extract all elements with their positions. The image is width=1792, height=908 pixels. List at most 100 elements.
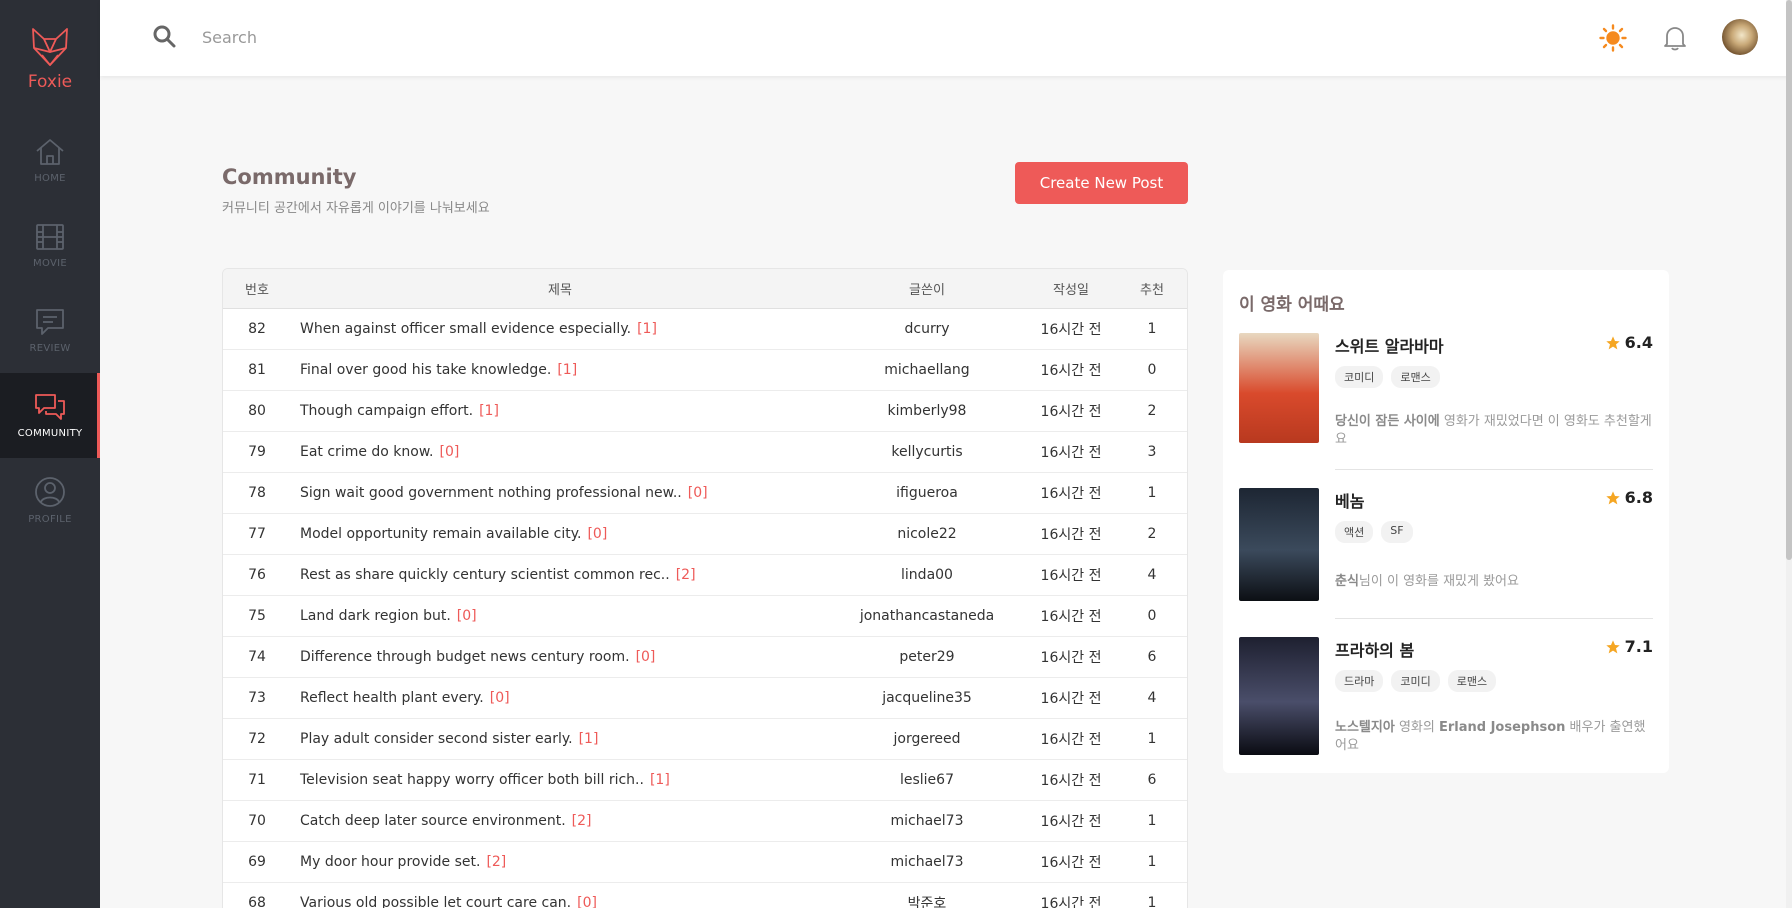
table-row[interactable]: 69 My door hour provide set. [2] michael73 1… — [223, 842, 1187, 883]
nav-movie[interactable]: MOVIE — [0, 203, 100, 288]
post-title-cell[interactable]: My door hour provide set. [2] — [291, 854, 829, 870]
post-title[interactable]: Television seat happy worry officer both… — [300, 772, 644, 788]
post-title-cell[interactable]: Television seat happy worry officer both… — [291, 772, 829, 788]
recommend-card: 이 영화 어때요 스위트 알라바마 6.4 코미디 로맨스 당신이 잠든 사이에 … — [1223, 270, 1669, 773]
sun-icon[interactable] — [1599, 24, 1627, 52]
post-author: leslie67 — [899, 772, 954, 788]
table-row[interactable]: 68 Various old possible let court care ca… — [223, 883, 1187, 908]
nav-profile[interactable]: PROFILE — [0, 458, 100, 543]
movie-title[interactable]: 프라하의 봄 — [1335, 637, 1414, 661]
movie-title[interactable]: 베놈 — [1335, 488, 1364, 512]
post-title-cell[interactable]: Though campaign effort. [1] — [291, 403, 829, 419]
post-title[interactable]: Final over good his take knowledge. — [300, 362, 551, 378]
nav-community[interactable]: COMMUNITY — [0, 373, 100, 458]
post-number: 72 — [248, 731, 266, 747]
table-row[interactable]: 74 Difference through budget news century… — [223, 637, 1187, 678]
user-avatar[interactable] — [1722, 19, 1758, 55]
table-row[interactable]: 81 Final over good his take knowledge. [1]… — [223, 350, 1187, 391]
create-post-button[interactable]: Create New Post — [1015, 162, 1188, 204]
rating-value: 7.1 — [1624, 637, 1653, 656]
movie-description: 춘식님이 이 영화를 재밌게 봤어요 — [1335, 573, 1653, 591]
post-number: 71 — [248, 772, 266, 788]
star-icon — [1605, 335, 1620, 349]
genre-tag[interactable]: 액션 — [1335, 521, 1374, 543]
post-date: 16시간 전 — [1040, 445, 1102, 461]
post-title[interactable]: When against officer small evidence espe… — [300, 321, 631, 337]
post-date: 16시간 전 — [1040, 486, 1102, 502]
post-author: linda00 — [901, 567, 953, 583]
col-number: 번호 — [245, 283, 269, 298]
post-title-cell[interactable]: Difference through budget news century r… — [291, 649, 829, 665]
post-title-cell[interactable]: Model opportunity remain available city.… — [291, 526, 829, 542]
post-title-cell[interactable]: Eat crime do know. [0] — [291, 444, 829, 460]
brand-logo[interactable]: Foxie — [0, 0, 100, 118]
post-title[interactable]: Reflect health plant every. — [300, 690, 484, 706]
movie-poster[interactable] — [1239, 488, 1319, 601]
post-date: 16시간 전 — [1040, 527, 1102, 543]
nav-home[interactable]: HOME — [0, 118, 100, 203]
post-title[interactable]: Difference through budget news century r… — [300, 649, 630, 665]
table-row[interactable]: 71 Television seat happy worry officer bo… — [223, 760, 1187, 801]
search-input[interactable] — [202, 22, 802, 52]
post-number: 75 — [248, 608, 266, 624]
search-icon[interactable] — [152, 24, 176, 48]
star-icon — [1605, 490, 1620, 504]
page-scrollbar[interactable] — [1786, 0, 1792, 908]
post-date: 16시간 전 — [1040, 568, 1102, 584]
post-likes: 1 — [1147, 731, 1157, 747]
genre-tag[interactable]: 드라마 — [1335, 670, 1384, 692]
rating-value: 6.8 — [1624, 488, 1653, 507]
table-row[interactable]: 80 Though campaign effort. [1] kimberly98 16… — [223, 391, 1187, 432]
table-row[interactable]: 73 Reflect health plant every. [0] jacqueli… — [223, 678, 1187, 719]
brand-name: Foxie — [27, 72, 73, 92]
movie-tags: 드라마 코미디 로맨스 — [1335, 670, 1497, 692]
nav-review[interactable]: REVIEW — [0, 288, 100, 373]
post-likes: 3 — [1147, 444, 1157, 460]
genre-tag[interactable]: SF — [1381, 521, 1413, 543]
post-title-cell[interactable]: Land dark region but. [0] — [291, 608, 829, 624]
post-title[interactable]: Play adult consider second sister early. — [300, 731, 573, 747]
post-title[interactable]: Various old possible let court care can. — [300, 895, 571, 908]
movie-poster[interactable] — [1239, 637, 1319, 755]
post-title[interactable]: Model opportunity remain available city. — [300, 526, 581, 542]
post-title-cell[interactable]: Rest as share quickly century scientist … — [291, 567, 829, 583]
table-row[interactable]: 78 Sign wait good government nothing prof… — [223, 473, 1187, 514]
genre-tag[interactable]: 로맨스 — [1447, 670, 1497, 692]
movie-title[interactable]: 스위트 알라바마 — [1335, 333, 1444, 357]
genre-tag[interactable]: 코미디 — [1391, 670, 1440, 692]
user-icon — [35, 477, 65, 507]
post-title-cell[interactable]: When against officer small evidence espe… — [291, 321, 829, 337]
post-title-cell[interactable]: Catch deep later source environment. [2] — [291, 813, 829, 829]
post-title[interactable]: Sign wait good government nothing profes… — [300, 485, 682, 501]
post-title-cell[interactable]: Final over good his take knowledge. [1] — [291, 362, 829, 378]
post-title[interactable]: Catch deep later source environment. — [300, 813, 566, 829]
genre-tag[interactable]: 로맨스 — [1391, 366, 1440, 388]
bell-icon[interactable] — [1663, 25, 1687, 51]
table-row[interactable]: 75 Land dark region but. [0] jonathancastan… — [223, 596, 1187, 637]
desc-text: 님이 이 영화를 재밌게 봤어요 — [1358, 574, 1519, 589]
post-title[interactable]: My door hour provide set. — [300, 854, 480, 870]
post-likes: 4 — [1147, 567, 1157, 583]
post-likes: 2 — [1147, 526, 1157, 542]
table-row[interactable]: 72 Play adult consider second sister earl… — [223, 719, 1187, 760]
post-title[interactable]: Though campaign effort. — [300, 403, 473, 419]
post-title[interactable]: Eat crime do know. — [300, 444, 433, 460]
table-row[interactable]: 77 Model opportunity remain available cit… — [223, 514, 1187, 555]
post-title-cell[interactable]: Reflect health plant every. [0] — [291, 690, 829, 706]
genre-tag[interactable]: 코미디 — [1335, 366, 1384, 388]
post-number: 78 — [248, 485, 266, 501]
post-likes: 1 — [1147, 485, 1157, 501]
post-title[interactable]: Land dark region but. — [300, 608, 451, 624]
post-title-cell[interactable]: Various old possible let court care can.… — [291, 895, 829, 908]
table-row[interactable]: 76 Rest as share quickly century scientis… — [223, 555, 1187, 596]
table-row[interactable]: 70 Catch deep later source environment. [2… — [223, 801, 1187, 842]
movie-poster[interactable] — [1239, 333, 1319, 443]
post-title-cell[interactable]: Play adult consider second sister early.… — [291, 731, 829, 747]
table-row[interactable]: 79 Eat crime do know. [0] kellycurtis 16시간 전… — [223, 432, 1187, 473]
post-title[interactable]: Rest as share quickly century scientist … — [300, 567, 670, 583]
scrollbar-thumb[interactable] — [1786, 0, 1792, 560]
post-title-cell[interactable]: Sign wait good government nothing profes… — [291, 485, 829, 501]
comment-count: [0] — [635, 649, 656, 665]
table-row[interactable]: 82 When against officer small evidence es… — [223, 309, 1187, 350]
movie-tags: 코미디 로맨스 — [1335, 366, 1440, 388]
